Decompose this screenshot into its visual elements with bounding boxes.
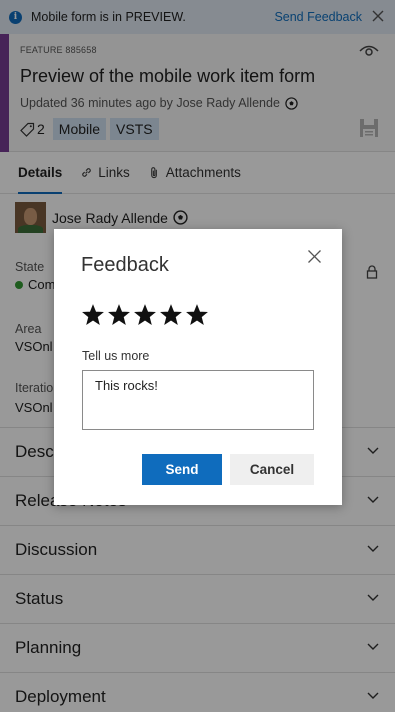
send-button[interactable]: Send: [142, 454, 222, 485]
dialog-title: Feedback: [81, 254, 169, 276]
star-rating: [82, 304, 212, 326]
feedback-comment-input[interactable]: This rocks!: [82, 370, 314, 430]
tell-us-more-label: Tell us more: [82, 349, 150, 363]
star-icon[interactable]: [160, 304, 182, 326]
star-icon[interactable]: [134, 304, 156, 326]
feedback-dialog: Feedback Tell us more This rocks! Send C…: [54, 229, 342, 505]
star-icon[interactable]: [186, 304, 208, 326]
cancel-button[interactable]: Cancel: [230, 454, 314, 485]
star-icon[interactable]: [108, 304, 130, 326]
star-icon[interactable]: [82, 304, 104, 326]
close-icon[interactable]: [307, 249, 322, 264]
